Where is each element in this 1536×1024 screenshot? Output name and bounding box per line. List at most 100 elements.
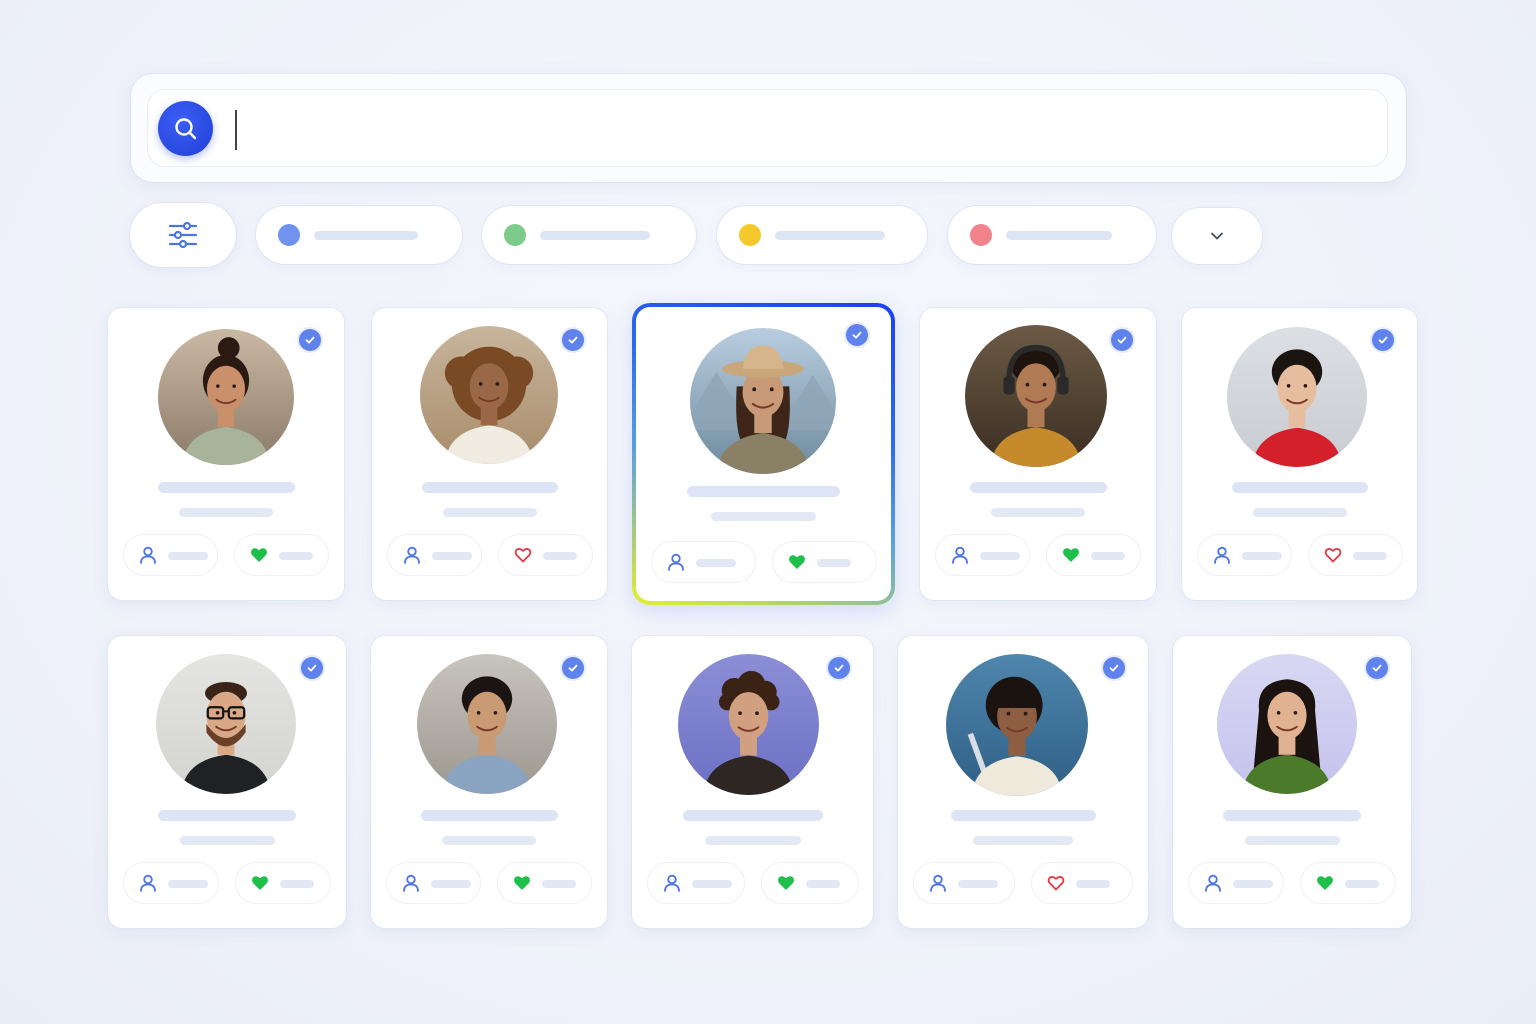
profile-avatar[interactable]	[946, 654, 1088, 796]
heart-filled-icon	[512, 873, 532, 893]
heart-filled-icon	[1315, 873, 1335, 893]
profile-avatar[interactable]	[690, 328, 836, 474]
pill-label-placeholder	[1091, 552, 1125, 560]
like-button[interactable]	[1046, 534, 1141, 576]
pill-label-placeholder	[279, 552, 313, 560]
profile-card[interactable]	[1182, 308, 1417, 600]
like-button[interactable]	[235, 862, 331, 904]
person-icon	[662, 873, 682, 893]
chip-dot	[504, 224, 526, 246]
search-icon	[174, 117, 196, 139]
profile-name-placeholder	[683, 810, 823, 821]
pill-label-placeholder	[696, 559, 736, 567]
sliders-icon	[168, 221, 198, 249]
view-profile-button[interactable]	[123, 534, 218, 576]
profile-card[interactable]	[632, 303, 895, 605]
filter-chip-yellow[interactable]	[717, 206, 927, 264]
profile-avatar[interactable]	[1217, 654, 1357, 794]
pill-label-placeholder	[1242, 552, 1282, 560]
profile-card[interactable]	[1173, 636, 1411, 928]
chip-dot	[739, 224, 761, 246]
view-profile-button[interactable]	[1197, 534, 1292, 576]
view-profile-button[interactable]	[387, 534, 482, 576]
verified-badge-icon	[1103, 657, 1125, 679]
profile-name-placeholder	[687, 486, 840, 497]
profile-card[interactable]	[108, 636, 346, 928]
profile-avatar[interactable]	[965, 325, 1107, 467]
profile-avatar[interactable]	[158, 329, 294, 465]
like-button[interactable]	[1031, 862, 1133, 904]
profile-card[interactable]	[898, 636, 1148, 928]
profile-avatar[interactable]	[420, 326, 558, 464]
pill-label-placeholder	[168, 552, 208, 560]
profile-name-placeholder	[1232, 482, 1368, 493]
like-button[interactable]	[234, 534, 329, 576]
heart-outline-icon	[513, 545, 533, 565]
profile-avatar[interactable]	[678, 654, 819, 795]
person-icon	[138, 873, 158, 893]
heart-filled-icon	[249, 545, 269, 565]
pill-label-placeholder	[542, 880, 576, 888]
verified-badge-icon	[846, 324, 868, 346]
pill-label-placeholder	[280, 880, 314, 888]
profile-name-placeholder	[422, 482, 558, 493]
profile-avatar[interactable]	[1227, 327, 1367, 467]
profile-card[interactable]	[372, 308, 607, 600]
view-profile-button[interactable]	[913, 862, 1015, 904]
pill-label-placeholder	[1353, 552, 1387, 560]
heart-filled-icon	[787, 552, 807, 572]
person-icon	[401, 873, 421, 893]
person-icon	[928, 873, 948, 893]
view-profile-button[interactable]	[651, 541, 756, 583]
verified-badge-icon	[301, 657, 323, 679]
profile-name-placeholder	[158, 810, 296, 821]
like-button[interactable]	[1300, 862, 1396, 904]
search-bar	[131, 74, 1406, 182]
filter-chip-blue[interactable]	[256, 206, 462, 264]
profile-name-placeholder	[158, 482, 295, 493]
profile-card[interactable]	[108, 308, 344, 600]
chip-dot	[970, 224, 992, 246]
filter-button[interactable]	[130, 203, 236, 267]
text-caret	[235, 110, 237, 150]
profile-card[interactable]	[371, 636, 607, 928]
profile-name-placeholder	[970, 482, 1107, 493]
like-button[interactable]	[497, 862, 592, 904]
view-profile-button[interactable]	[123, 862, 219, 904]
profile-subtitle-placeholder	[705, 836, 801, 845]
pill-label-placeholder	[1076, 880, 1110, 888]
verified-badge-icon	[299, 329, 321, 351]
verified-badge-icon	[1372, 329, 1394, 351]
filter-chip-green[interactable]	[482, 206, 696, 264]
person-icon	[1203, 873, 1223, 893]
filter-chip-red[interactable]	[948, 206, 1156, 264]
pill-label-placeholder	[806, 880, 840, 888]
profile-subtitle-placeholder	[179, 508, 273, 517]
profile-name-placeholder	[421, 810, 558, 821]
like-button[interactable]	[772, 541, 877, 583]
profile-avatar[interactable]	[417, 654, 557, 794]
heart-filled-icon	[250, 873, 270, 893]
view-profile-button[interactable]	[386, 862, 481, 904]
like-button[interactable]	[1308, 534, 1403, 576]
profile-avatar[interactable]	[156, 654, 296, 794]
more-filters-button[interactable]	[1172, 208, 1262, 264]
pill-label-placeholder	[1345, 880, 1379, 888]
view-profile-button[interactable]	[1188, 862, 1284, 904]
like-button[interactable]	[498, 534, 593, 576]
person-icon	[950, 545, 970, 565]
chip-dot	[278, 224, 300, 246]
like-button[interactable]	[761, 862, 859, 904]
verified-badge-icon	[828, 657, 850, 679]
view-profile-button[interactable]	[647, 862, 745, 904]
person-icon	[666, 552, 686, 572]
verified-badge-icon	[1111, 329, 1133, 351]
view-profile-button[interactable]	[935, 534, 1030, 576]
search-field-container	[147, 89, 1388, 167]
search-input[interactable]	[234, 110, 1234, 150]
profile-card[interactable]	[632, 636, 873, 928]
chip-label-placeholder	[540, 231, 650, 240]
pill-label-placeholder	[432, 552, 472, 560]
search-button[interactable]	[158, 101, 213, 156]
profile-card[interactable]	[920, 308, 1156, 600]
